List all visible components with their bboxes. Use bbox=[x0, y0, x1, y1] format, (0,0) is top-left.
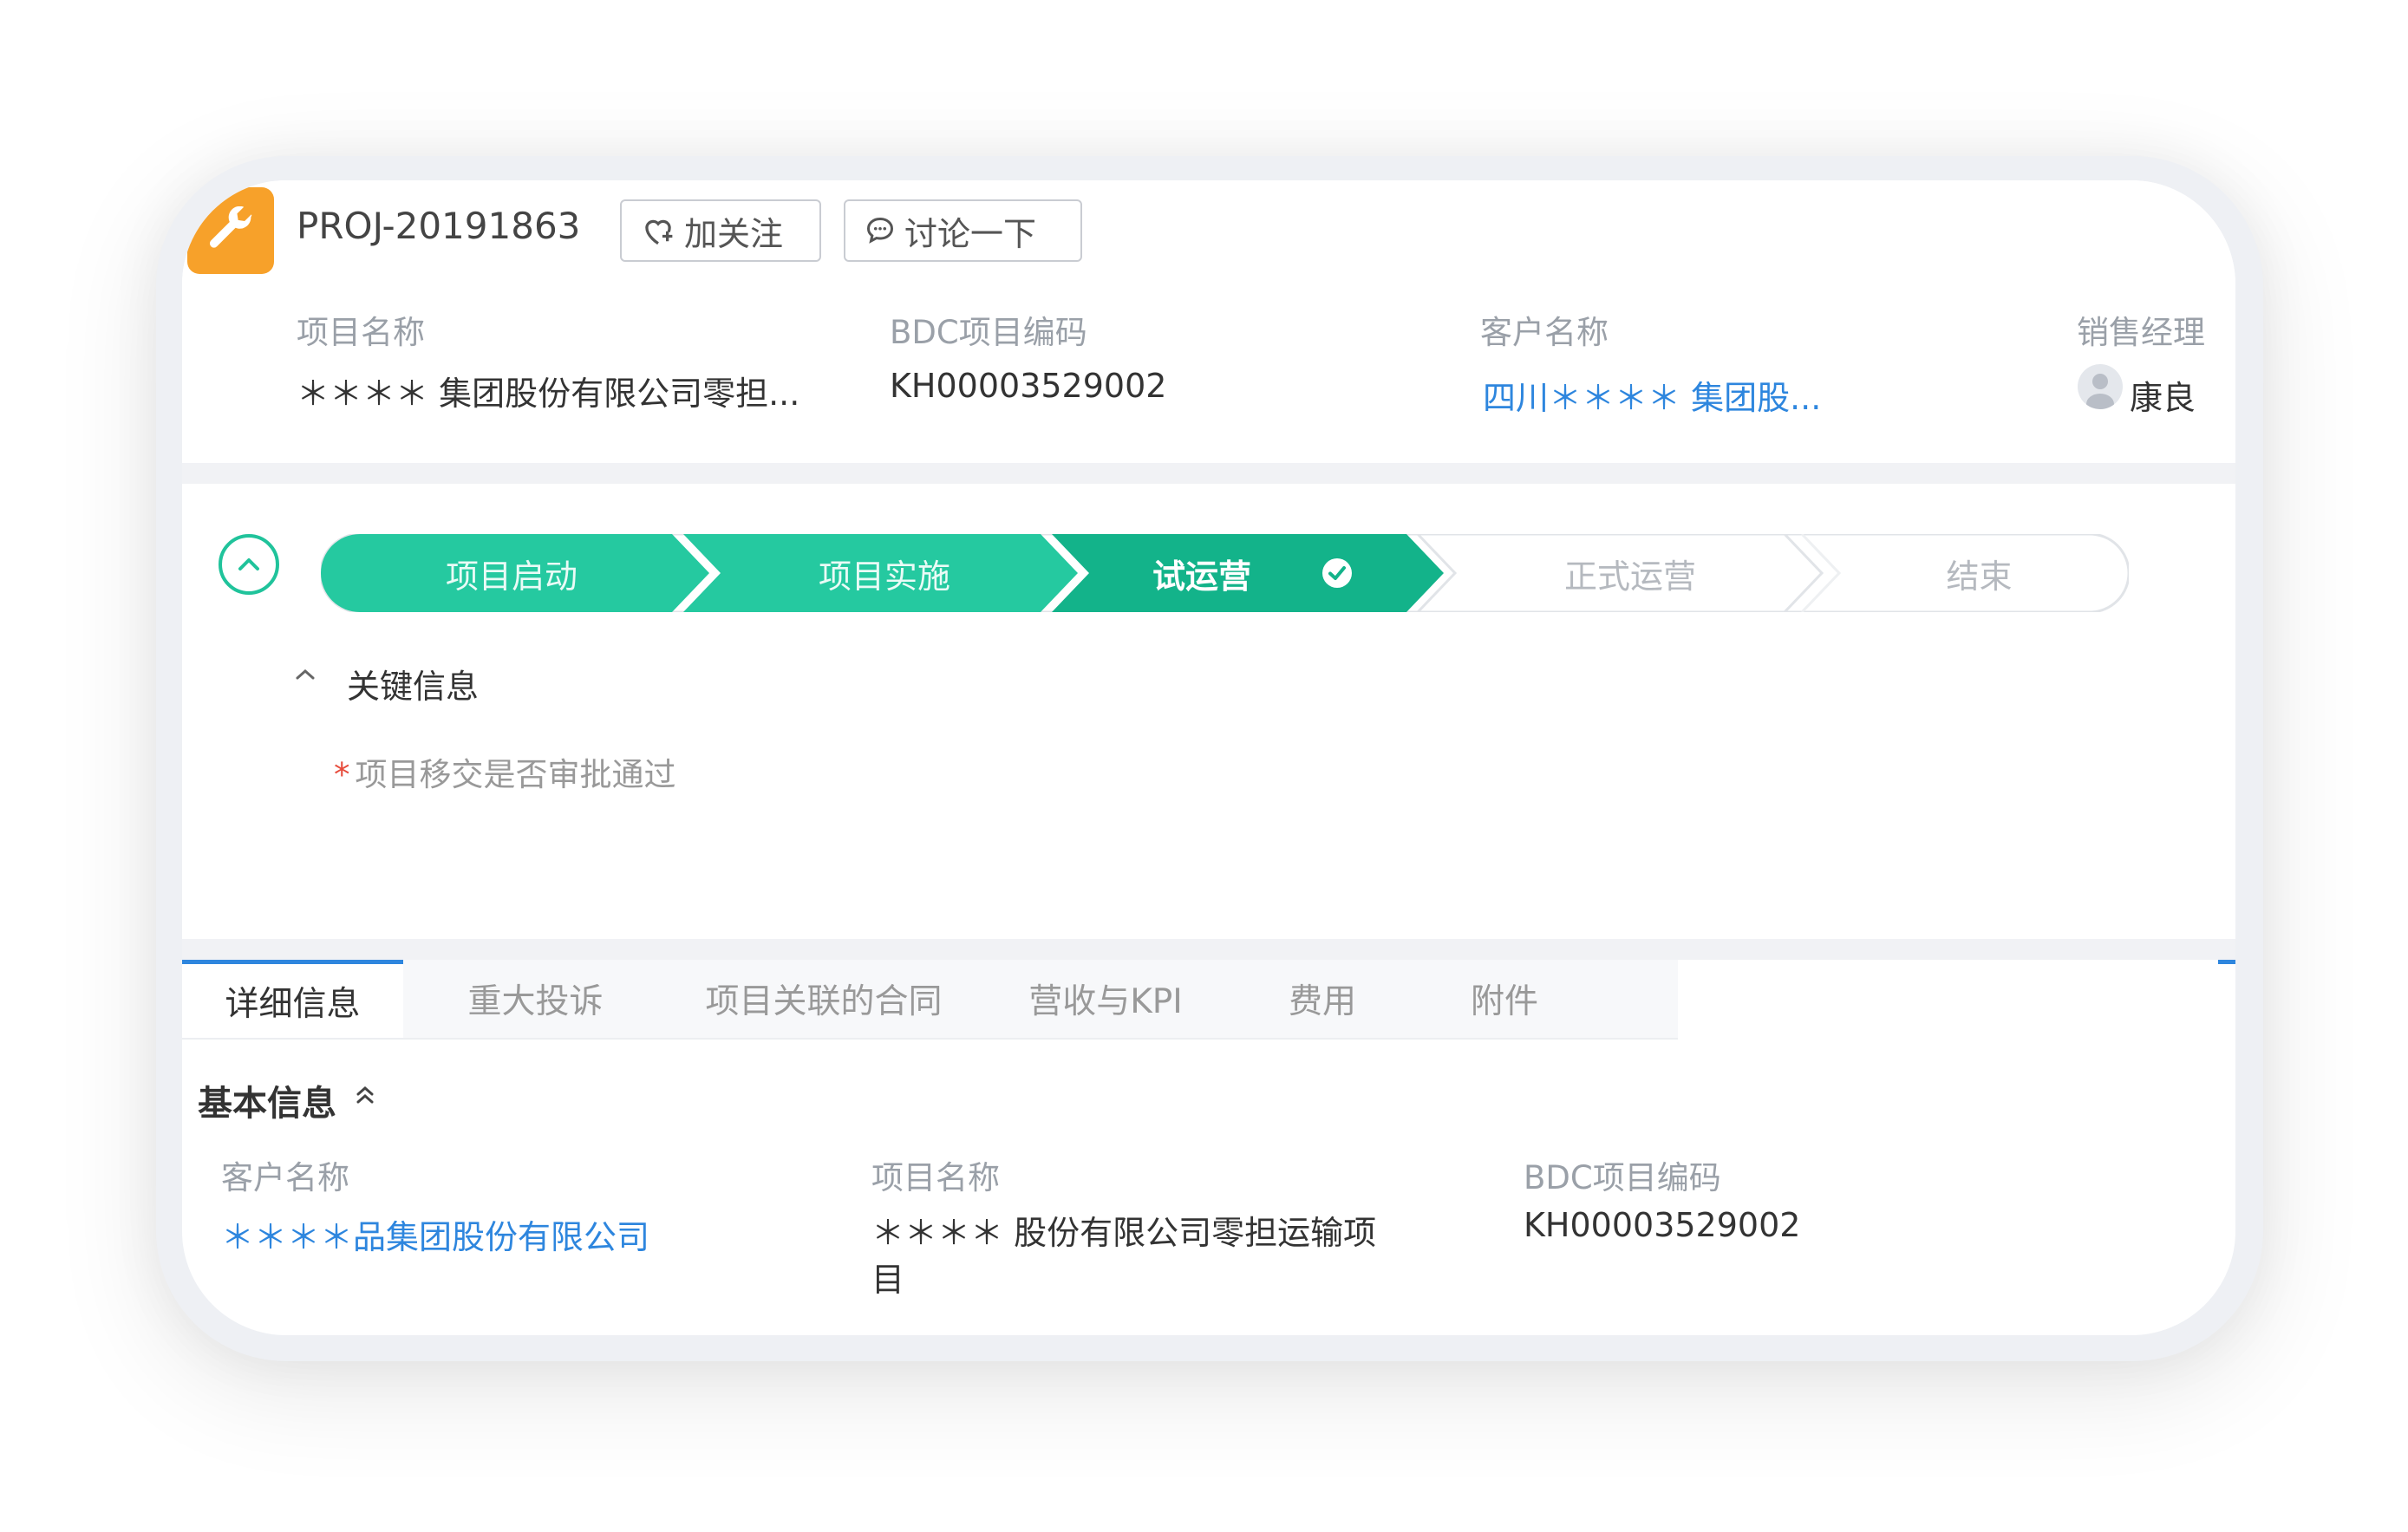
customer-name-link[interactable]: 四川＊＊＊＊ 集团股... bbox=[1483, 371, 1821, 419]
basic-customer-name-label: 客户名称 bbox=[221, 1159, 349, 1196]
wrench-icon bbox=[187, 187, 274, 274]
stage-trial-operation-label: 试运营 bbox=[1152, 557, 1251, 596]
stage-section: 项目启动 项目实施 试运营 正式运营 结束 关键信息 * 项目移交是否审批通过 bbox=[182, 484, 2235, 865]
tab-major-complaints[interactable]: 重大投诉 bbox=[403, 960, 668, 1038]
project-header: PROJ-20191863 加关注 讨论一下 项目名称 ＊＊＊＊ 集团股份有限公… bbox=[182, 180, 2235, 466]
customer-name-label: 客户名称 bbox=[1480, 314, 1609, 351]
caret-up-icon[interactable] bbox=[293, 666, 317, 683]
tab-attachments[interactable]: 附件 bbox=[1413, 960, 1596, 1038]
sales-manager-label: 销售经理 bbox=[2077, 314, 2205, 351]
avatar bbox=[2078, 364, 2123, 409]
double-chevron-up-icon[interactable] bbox=[352, 1082, 378, 1108]
stage-project-start[interactable]: 项目启动 bbox=[321, 534, 702, 612]
project-name-label: 项目名称 bbox=[297, 314, 425, 351]
collapse-button[interactable] bbox=[219, 534, 279, 595]
section-divider bbox=[182, 463, 2235, 484]
stage-trial-operation[interactable]: 试运营 bbox=[1071, 534, 1435, 612]
project-name-value: ＊＊＊＊ 集团股份有限公司零担... bbox=[297, 375, 800, 413]
tab-indicator bbox=[2218, 960, 2235, 964]
tab-related-contracts[interactable]: 项目关联的合同 bbox=[668, 960, 980, 1038]
bdc-code-label: BDC项目编码 bbox=[890, 314, 1087, 351]
key-info-title[interactable]: 关键信息 bbox=[347, 660, 479, 707]
stage-project-implementation[interactable]: 项目实施 bbox=[702, 534, 1067, 612]
tab-detail-info[interactable]: 详细信息 bbox=[182, 960, 403, 1038]
stage-progress-bar: 项目启动 项目实施 试运营 正式运营 结束 bbox=[321, 534, 2129, 612]
bdc-code-value: KH00003529002 bbox=[890, 367, 1167, 405]
basic-customer-name-link[interactable]: ＊＊＊＊品集团股份有限公司 bbox=[221, 1210, 649, 1258]
sales-manager-value: 康良 bbox=[2130, 379, 2196, 417]
chat-bubble-icon bbox=[866, 217, 894, 244]
basic-bdc-code-value: KH00003529002 bbox=[1524, 1206, 1801, 1244]
stage-end[interactable]: 结束 bbox=[1830, 534, 2129, 612]
key-info-field: * 项目移交是否审批通过 bbox=[334, 748, 676, 795]
stage-formal-operation[interactable]: 正式运营 bbox=[1448, 534, 1812, 612]
chevron-up-icon bbox=[238, 558, 259, 570]
basic-project-name-value-line2: 目 bbox=[871, 1261, 905, 1299]
basic-project-name-value: ＊＊＊＊ 股份有限公司零担运输项 bbox=[871, 1214, 1377, 1252]
tab-revenue-kpi[interactable]: 营收与KPI bbox=[980, 960, 1231, 1038]
project-card: PROJ-20191863 加关注 讨论一下 项目名称 ＊＊＊＊ 集团股份有限公… bbox=[182, 180, 2235, 1335]
discuss-button[interactable]: 讨论一下 bbox=[844, 199, 1082, 262]
follow-button[interactable]: 加关注 bbox=[620, 199, 821, 262]
tab-expenses[interactable]: 费用 bbox=[1231, 960, 1413, 1038]
project-id: PROJ-20191863 bbox=[297, 205, 581, 247]
discuss-label: 讨论一下 bbox=[904, 214, 1037, 253]
check-circle-icon bbox=[1322, 558, 1352, 588]
required-marker: * bbox=[334, 756, 350, 793]
follow-icon bbox=[645, 219, 673, 245]
basic-project-name-label: 项目名称 bbox=[871, 1159, 1000, 1196]
basic-info-title[interactable]: 基本信息 bbox=[198, 1075, 336, 1125]
detail-tabs: 详细信息 重大投诉 项目关联的合同 营收与KPI 费用 附件 bbox=[182, 960, 2235, 1040]
approval-field-label: 项目移交是否审批通过 bbox=[355, 756, 676, 793]
follow-label: 加关注 bbox=[684, 214, 784, 253]
section-divider bbox=[182, 939, 2235, 960]
basic-bdc-code-label: BDC项目编码 bbox=[1524, 1159, 1721, 1196]
